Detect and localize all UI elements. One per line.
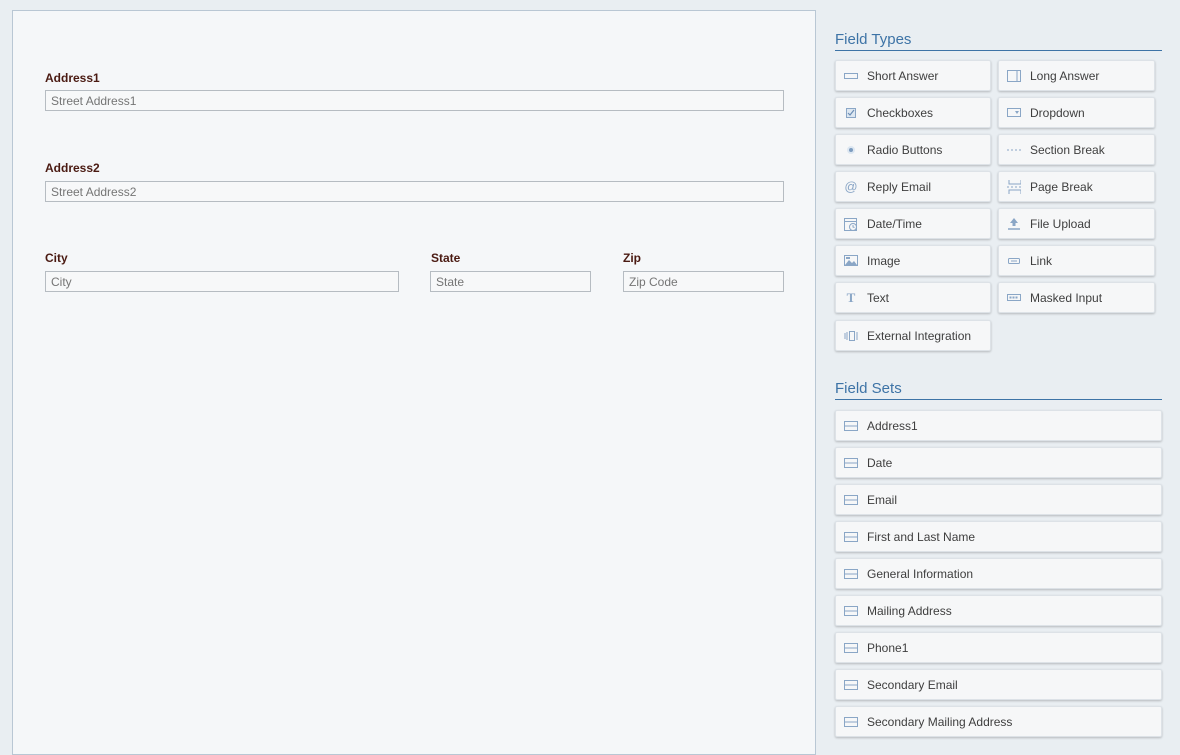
field-sets-title: Field Sets	[835, 380, 1162, 400]
address2-input[interactable]	[45, 181, 784, 202]
section-break-icon	[1007, 144, 1021, 156]
field-type-short-answer[interactable]: Short Answer	[835, 60, 991, 91]
form-canvas: Address1 Address2 City State Zip	[12, 10, 816, 755]
field-type-reply-email[interactable]: @ Reply Email	[835, 171, 991, 202]
field-type-file-upload[interactable]: File Upload	[998, 208, 1155, 239]
field-set-general-information[interactable]: General Information	[835, 558, 1162, 589]
field-set-phone1[interactable]: Phone1	[835, 632, 1162, 663]
address1-label: Address1	[45, 71, 100, 85]
field-type-link[interactable]: Link	[998, 245, 1155, 276]
field-set-icon	[844, 605, 858, 617]
image-icon	[844, 255, 858, 267]
field-set-date[interactable]: Date	[835, 447, 1162, 478]
field-type-dropdown[interactable]: Dropdown	[998, 97, 1155, 128]
field-type-external-integration[interactable]: External Integration	[835, 320, 991, 351]
field-set-icon	[844, 642, 858, 654]
field-type-radio-buttons[interactable]: Radio Buttons	[835, 134, 991, 165]
at-icon: @	[844, 179, 858, 194]
address2-label: Address2	[45, 161, 100, 175]
field-type-masked-input[interactable]: Masked Input	[998, 282, 1155, 313]
field-set-icon	[844, 420, 858, 432]
zip-input[interactable]	[623, 271, 784, 292]
calendar-icon	[844, 217, 858, 231]
dropdown-icon	[1007, 107, 1021, 119]
city-label: City	[45, 251, 68, 265]
integration-icon	[844, 330, 858, 342]
field-set-mailing-address[interactable]: Mailing Address	[835, 595, 1162, 626]
field-set-icon	[844, 531, 858, 543]
link-icon	[1007, 255, 1021, 267]
radio-icon	[844, 144, 858, 156]
field-set-icon	[844, 457, 858, 469]
field-set-secondary-email[interactable]: Secondary Email	[835, 669, 1162, 700]
field-set-address1[interactable]: Address1	[835, 410, 1162, 441]
state-input[interactable]	[430, 271, 591, 292]
field-set-email[interactable]: Email	[835, 484, 1162, 515]
field-type-page-break[interactable]: Page Break	[998, 171, 1155, 202]
field-set-icon	[844, 716, 858, 728]
field-type-long-answer[interactable]: Long Answer	[998, 60, 1155, 91]
field-set-first-and-last-name[interactable]: First and Last Name	[835, 521, 1162, 552]
field-type-section-break[interactable]: Section Break	[998, 134, 1155, 165]
long-answer-icon	[1007, 69, 1021, 82]
city-input[interactable]	[45, 271, 399, 292]
field-set-icon	[844, 494, 858, 506]
field-type-checkboxes[interactable]: Checkboxes	[835, 97, 991, 128]
page-break-icon	[1007, 179, 1021, 194]
upload-icon	[1007, 217, 1021, 230]
masked-input-icon	[1007, 292, 1021, 304]
field-set-icon	[844, 679, 858, 691]
state-label: State	[431, 251, 461, 265]
field-types-title: Field Types	[835, 31, 1162, 51]
address1-input[interactable]	[45, 90, 784, 111]
field-set-secondary-mailing-address[interactable]: Secondary Mailing Address	[835, 706, 1162, 737]
checkbox-icon	[844, 107, 858, 119]
text-icon: T	[846, 289, 856, 305]
field-set-icon	[844, 568, 858, 580]
field-type-image[interactable]: Image	[835, 245, 991, 276]
field-type-date-time[interactable]: Date/Time	[835, 208, 991, 239]
zip-label: Zip	[623, 251, 641, 265]
short-answer-icon	[844, 70, 858, 82]
field-type-text[interactable]: T Text	[835, 282, 991, 313]
